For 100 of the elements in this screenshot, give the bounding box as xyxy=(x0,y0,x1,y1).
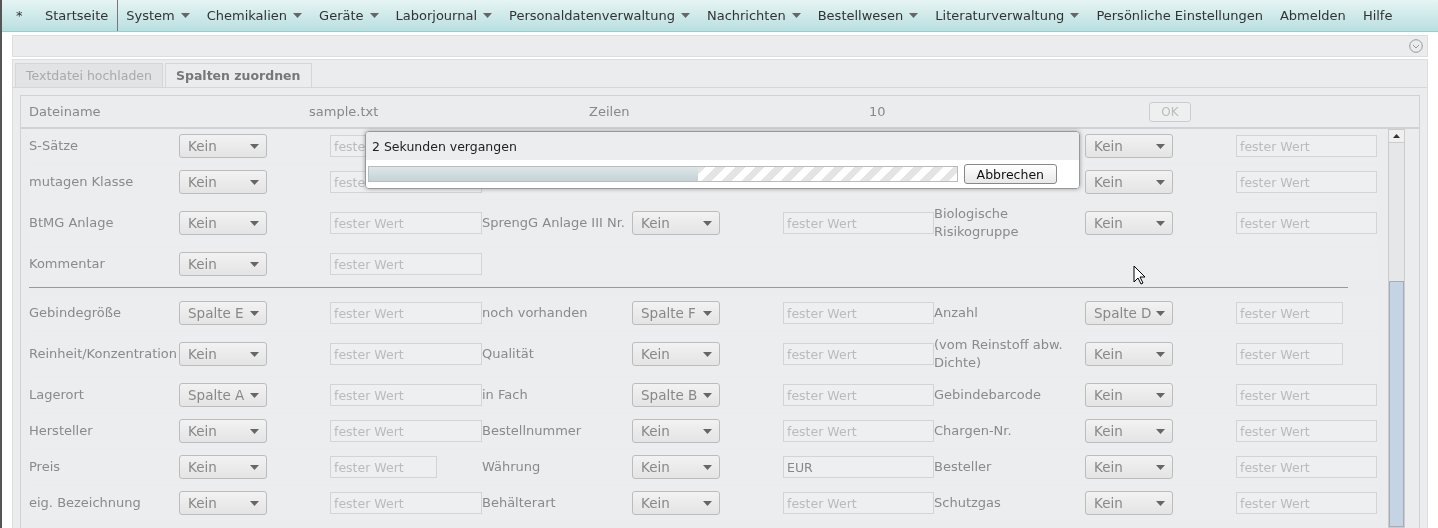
caret-icon xyxy=(1156,220,1165,226)
field-label: mutagen Klasse xyxy=(29,173,135,191)
field-label: noch vorhanden xyxy=(482,304,589,322)
field-label: Zeilen xyxy=(589,104,631,119)
menu-item[interactable]: Persönliche Einstellungen xyxy=(1087,0,1272,31)
column-select[interactable]: Kein xyxy=(179,170,267,194)
caret-icon xyxy=(703,220,712,226)
caret-icon xyxy=(1156,179,1165,185)
column-select[interactable]: Kein xyxy=(1085,491,1173,515)
field-label: Gebindebarcode xyxy=(934,386,1043,404)
field-label: SprengG Anlage III Nr. xyxy=(482,214,626,232)
cancel-button[interactable]: Abbrechen xyxy=(963,164,1057,184)
caret-icon xyxy=(1156,428,1165,434)
field-label: Biologische Risikogruppe xyxy=(934,205,1020,241)
field-label: Anzahl xyxy=(934,304,979,322)
caret-icon xyxy=(250,428,259,434)
caret-icon xyxy=(1156,464,1165,470)
field-label: Reinheit/Konzentration xyxy=(29,345,179,363)
caret-icon xyxy=(369,13,379,18)
column-select[interactable]: Spalte D xyxy=(1085,301,1173,325)
caret-icon xyxy=(483,13,493,18)
field-label: BtMG Anlage xyxy=(29,214,115,232)
field-label: S-Sätze xyxy=(29,137,80,155)
caret-icon xyxy=(250,500,259,506)
column-select[interactable]: Kein xyxy=(179,252,267,276)
menu-item[interactable]: * xyxy=(8,0,37,31)
field-label: Gebindegröße xyxy=(29,304,122,322)
column-select[interactable]: Kein xyxy=(632,491,720,515)
column-select[interactable]: Kein xyxy=(632,455,720,479)
field-label: Preis xyxy=(29,458,62,476)
menu-item[interactable]: Personaldatenverwaltung xyxy=(500,0,699,31)
caret-icon xyxy=(1156,310,1165,316)
column-select[interactable]: Kein xyxy=(632,342,720,366)
tab[interactable]: Spalten zuordnen xyxy=(164,63,312,87)
column-select[interactable]: Kein xyxy=(179,342,267,366)
column-select[interactable]: Kein xyxy=(179,211,267,235)
column-select[interactable]: Kein xyxy=(1085,342,1173,366)
caret-icon xyxy=(250,310,259,316)
menu-item[interactable]: Chemikalien xyxy=(198,0,311,31)
caret-icon xyxy=(1156,351,1165,357)
field-label: Bestellnummer xyxy=(482,422,583,440)
menu-item[interactable]: Laborjournal xyxy=(387,0,501,31)
column-select[interactable]: Kein xyxy=(1085,134,1173,158)
menu-item[interactable]: Abmelden xyxy=(1271,0,1355,31)
up-arrow-icon[interactable] xyxy=(1393,134,1400,138)
field-label: Chargen-Nr. xyxy=(934,422,1013,440)
caret-icon xyxy=(1156,143,1165,149)
column-select[interactable]: Kein xyxy=(1085,211,1173,235)
menu-item[interactable]: Bestellwesen xyxy=(809,0,927,31)
field-label: in Fach xyxy=(482,386,529,404)
caret-icon xyxy=(909,13,919,18)
column-select[interactable]: Kein xyxy=(179,419,267,443)
column-select[interactable]: Kein xyxy=(632,211,720,235)
caret-icon xyxy=(250,143,259,149)
field-label: Kommentar xyxy=(29,255,106,273)
column-select[interactable]: Spalte F xyxy=(632,301,720,325)
menu-item[interactable]: Literaturverwaltung xyxy=(926,0,1088,31)
column-select[interactable]: Kein xyxy=(1085,383,1173,407)
column-select[interactable]: Kein xyxy=(179,491,267,515)
column-select[interactable]: Kein xyxy=(1085,419,1173,443)
caret-icon xyxy=(250,464,259,470)
caret-icon xyxy=(180,13,190,18)
caret-icon xyxy=(703,500,712,506)
caret-icon xyxy=(250,392,259,398)
scrollbar[interactable] xyxy=(1388,129,1405,528)
column-select[interactable]: Kein xyxy=(1085,170,1173,194)
menu-item[interactable]: Nachrichten xyxy=(698,0,810,31)
tab[interactable]: Textdatei hochladen xyxy=(15,63,163,87)
caret-icon xyxy=(680,13,690,18)
caret-icon xyxy=(703,464,712,470)
caret-icon xyxy=(293,13,303,18)
column-select[interactable]: Kein xyxy=(179,134,267,158)
field-label: Hersteller xyxy=(29,422,94,440)
menu-item[interactable]: System xyxy=(117,0,199,31)
caret-icon xyxy=(1070,13,1080,18)
column-select[interactable]: Kein xyxy=(632,419,720,443)
menu-item[interactable]: Startseite xyxy=(36,0,118,31)
caret-icon xyxy=(791,13,801,18)
column-select[interactable]: Spalte A xyxy=(179,383,267,407)
caret-icon xyxy=(1156,392,1165,398)
fixed-value-field[interactable]: EUR xyxy=(783,456,934,478)
filename-text: sample.txt xyxy=(309,104,380,119)
field-label: Lagerort xyxy=(29,386,85,404)
mouse-pointer-icon xyxy=(1133,265,1147,285)
menu-item[interactable]: Geräte xyxy=(310,0,388,31)
field-label: (vom Reinstoff abw. Dichte) xyxy=(934,336,1064,372)
collapse-icon[interactable] xyxy=(1409,39,1423,53)
column-select[interactable]: Spalte E xyxy=(179,301,267,325)
row-count-text: 10 xyxy=(869,104,887,119)
field-label: eig. Bezeichnung xyxy=(29,494,142,512)
column-select[interactable]: Spalte B xyxy=(632,383,720,407)
caret-icon xyxy=(703,310,712,316)
caret-icon xyxy=(250,220,259,226)
column-select[interactable]: Kein xyxy=(1085,455,1173,479)
column-select[interactable]: Kein xyxy=(179,455,267,479)
field-label: Besteller xyxy=(934,458,993,476)
menu-item[interactable]: Hilfe xyxy=(1354,0,1401,31)
caret-icon xyxy=(250,179,259,185)
field-label: Behälterart xyxy=(482,494,557,512)
field-label: Währung xyxy=(482,458,542,476)
